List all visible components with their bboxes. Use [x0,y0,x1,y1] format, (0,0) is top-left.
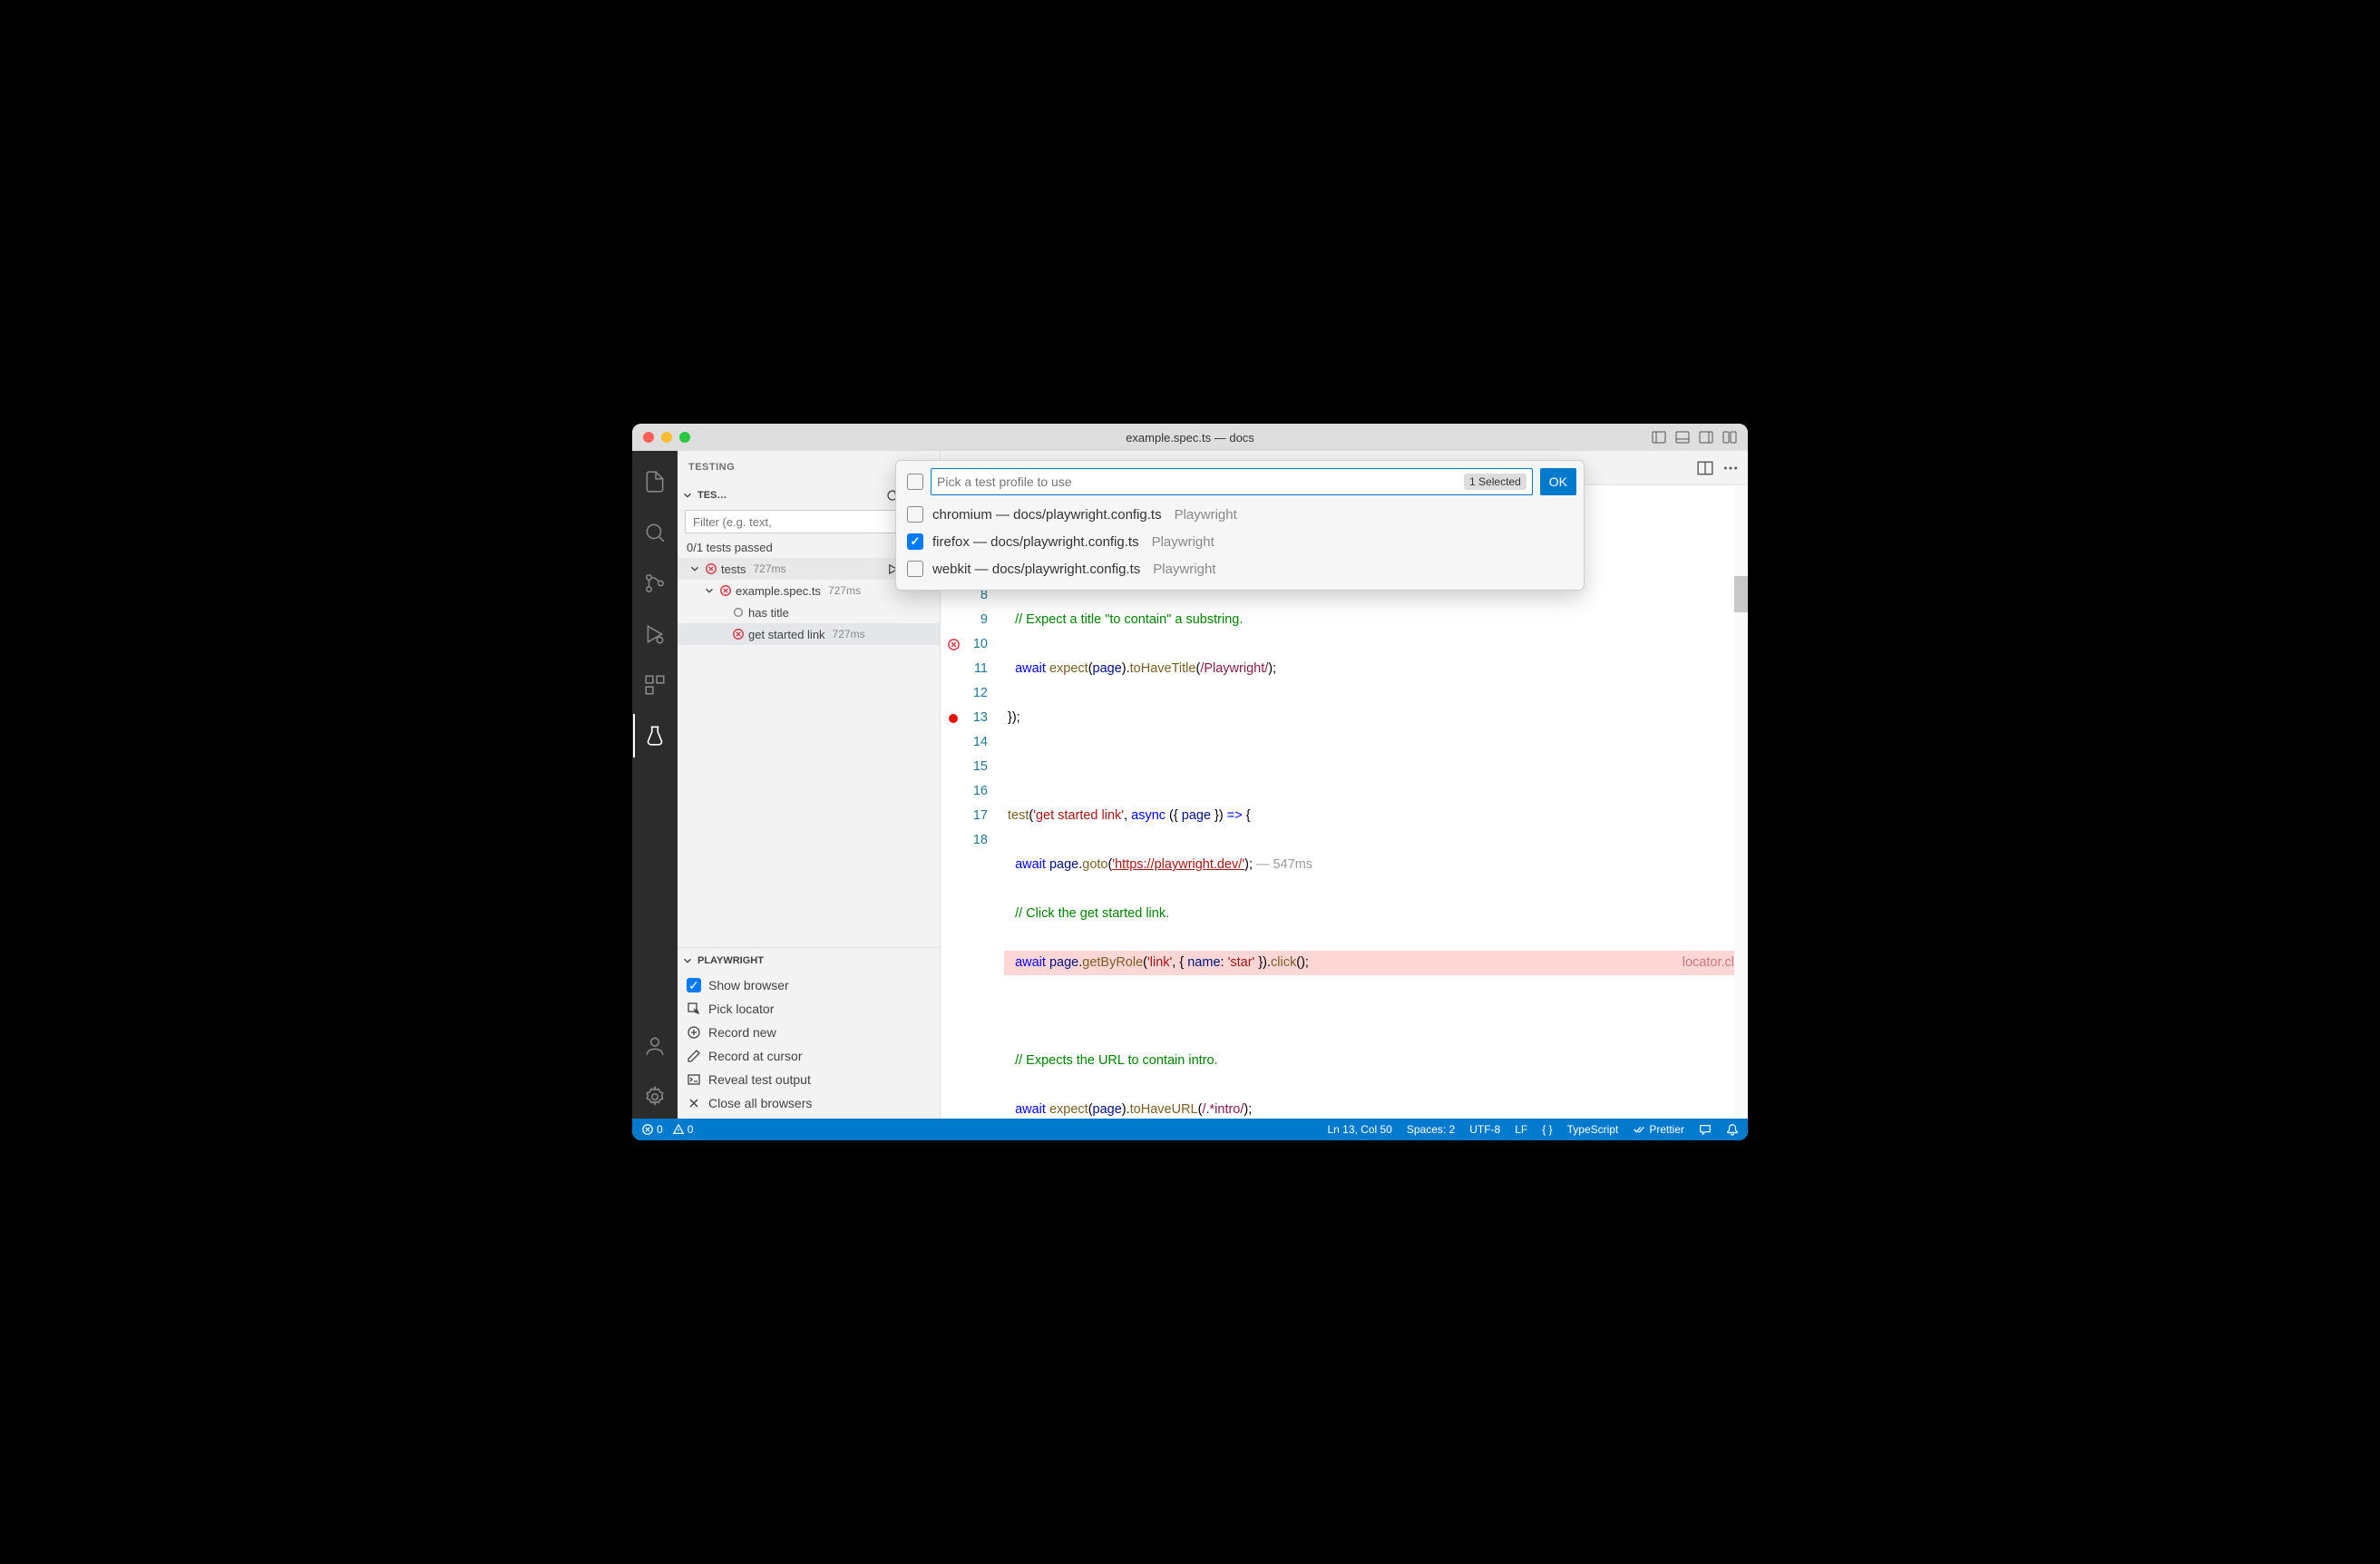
picker-select-all-checkbox[interactable] [907,474,923,490]
tree-root-dur: 727ms [753,562,785,575]
tree-t2-label: get started link [748,628,825,641]
status-language[interactable]: TypeScript [1567,1123,1619,1136]
titlebar: example.spec.ts — docs [632,424,1748,451]
plus-circle-icon [687,1025,701,1040]
status-spaces[interactable]: Spaces: 2 [1407,1123,1455,1136]
tests-section-label: TES… [697,490,727,501]
source-control-icon[interactable] [633,562,677,605]
inspect-icon [687,1002,701,1016]
status-warnings[interactable]: 0 [672,1123,694,1136]
pw-show-browser[interactable]: ✓ Show browser [678,973,940,997]
line-number: 18 [941,828,988,853]
status-encoding[interactable]: UTF-8 [1469,1123,1500,1136]
minimap[interactable] [1734,485,1748,1119]
statusbar: 0 0 Ln 13, Col 50 Spaces: 2 UTF-8 LF { }… [632,1119,1748,1140]
extensions-icon[interactable] [633,663,677,707]
layout-icon[interactable] [1722,430,1737,445]
traffic-lights [643,432,690,443]
maximize-window-button[interactable] [679,432,690,443]
picker-ok-button[interactable]: OK [1540,468,1576,495]
picker-item-webkit[interactable]: webkit — docs/playwright.config.ts Playw… [903,555,1576,582]
pw-show-browser-label: Show browser [708,978,789,992]
panel-bottom-icon[interactable] [1675,430,1690,445]
profile-picker: 1 Selected OK chromium — docs/playwright… [895,460,1585,591]
account-icon[interactable] [633,1024,677,1068]
pw-record-new-label: Record new [708,1025,776,1040]
picker-item-sublabel: Playwright [1152,534,1214,550]
terminal-icon [687,1072,701,1087]
tree-t1-label: has title [748,606,789,620]
checkmark-icon: ✓ [687,978,701,992]
layout-controls [1652,430,1737,445]
panel-title: TESTING [688,462,735,473]
status-prettier[interactable]: Prettier [1633,1123,1684,1136]
checkbox-checked-icon [907,533,923,550]
picker-item-sublabel: Playwright [1153,562,1215,577]
more-icon[interactable] [1722,460,1739,476]
tree-file-label: example.spec.ts [736,584,821,598]
pw-record-new[interactable]: Record new [678,1021,940,1044]
status-eol[interactable]: LF [1515,1123,1527,1136]
tree-test-has-title[interactable]: has title [678,601,940,623]
picker-input-wrap: 1 Selected [931,468,1533,495]
picker-item-label: chromium — docs/playwright.config.ts [932,507,1162,523]
pw-reveal-output-label: Reveal test output [708,1072,811,1087]
pencil-icon [687,1049,701,1063]
error-glyph-icon[interactable] [947,638,961,651]
line-number: 15 [941,755,988,779]
bell-icon[interactable] [1726,1123,1739,1136]
picker-item-label: firefox — docs/playwright.config.ts [932,534,1139,550]
explorer-icon[interactable] [633,460,677,503]
line-number: 16 [941,779,988,804]
status-errors[interactable]: 0 [641,1123,663,1136]
picker-item-sublabel: Playwright [1175,507,1237,523]
pw-pick-locator-label: Pick locator [708,1002,774,1016]
settings-gear-icon[interactable] [633,1075,677,1119]
picker-item-chromium[interactable]: chromium — docs/playwright.config.ts Pla… [903,501,1576,528]
close-window-button[interactable] [643,432,654,443]
picker-item-firefox[interactable]: firefox — docs/playwright.config.ts Play… [903,528,1576,555]
tree-test-get-started[interactable]: get started link 727ms [678,623,940,645]
breakpoint-icon[interactable] [949,714,958,723]
double-check-icon [1633,1123,1645,1136]
minimize-window-button[interactable] [661,432,672,443]
panel-left-icon[interactable] [1652,430,1666,445]
testing-icon[interactable] [633,714,677,758]
line-number: 14 [941,730,988,755]
line-number: 17 [941,804,988,828]
picker-selected-badge: 1 Selected [1464,474,1527,490]
picker-item-label: webkit — docs/playwright.config.ts [932,562,1140,577]
tree-t2-dur: 727ms [833,628,865,640]
activity-bar [632,451,678,1119]
feedback-icon[interactable] [1699,1123,1712,1136]
status-braces-icon[interactable]: { } [1542,1123,1552,1136]
search-icon[interactable] [633,511,677,554]
pw-record-cursor-label: Record at cursor [708,1049,802,1063]
pw-close-browsers[interactable]: Close all browsers [678,1091,940,1115]
warning-icon [672,1123,685,1136]
pw-reveal-output[interactable]: Reveal test output [678,1068,940,1091]
close-icon [687,1096,701,1110]
tree-file-dur: 727ms [828,584,861,597]
pw-record-cursor[interactable]: Record at cursor [678,1044,940,1068]
panel-right-icon[interactable] [1699,430,1713,445]
status-cursor[interactable]: Ln 13, Col 50 [1327,1123,1391,1136]
vscode-window: example.spec.ts — docs TESTING [632,424,1748,1140]
run-debug-icon[interactable] [633,612,677,656]
playwright-section-label: PLAYWRIGHT [697,955,764,966]
pw-pick-locator[interactable]: Pick locator [678,997,940,1021]
pw-close-browsers-label: Close all browsers [708,1096,812,1110]
playwright-section-header[interactable]: PLAYWRIGHT [678,950,940,972]
checkbox-icon [907,561,923,577]
split-editor-icon[interactable] [1697,460,1713,476]
checkbox-icon [907,506,923,523]
picker-input[interactable] [937,474,1464,489]
tree-root-label: tests [721,562,746,576]
window-title: example.spec.ts — docs [632,431,1748,445]
error-icon [641,1123,654,1136]
